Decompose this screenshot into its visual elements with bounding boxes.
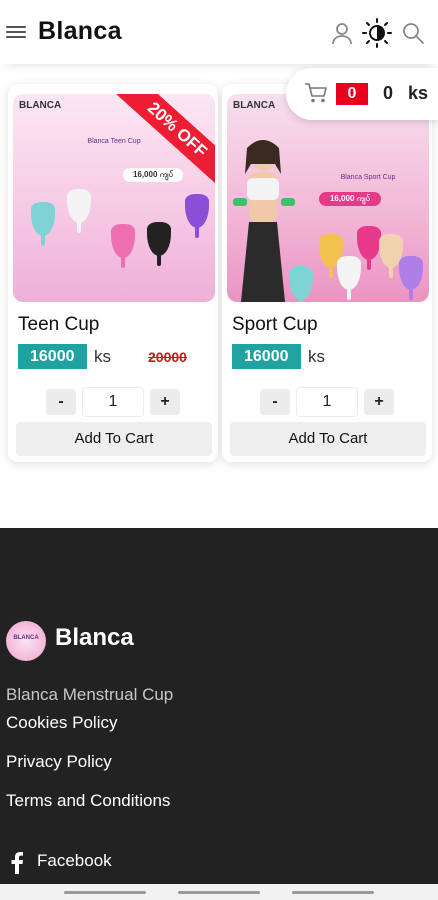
image-price-tag: 16,000 ကျပ် <box>123 168 183 182</box>
cup-black <box>147 222 171 266</box>
cart-count-badge: 0 <box>336 83 368 105</box>
quantity-decrease-button[interactable]: - <box>46 389 76 415</box>
old-price: 20000 <box>148 349 187 365</box>
cup-pink <box>111 224 135 268</box>
nav-home-handle[interactable] <box>178 891 260 894</box>
image-price-tag: 16,000 ကျပ် <box>319 192 381 206</box>
price-badge: 16000 <box>18 344 87 369</box>
brand-title[interactable]: Blanca <box>38 17 122 46</box>
product-title[interactable]: Teen Cup <box>18 314 99 336</box>
cart-summary[interactable]: 0 0 ks <box>286 68 438 120</box>
add-to-cart-button[interactable]: Add To Cart <box>230 422 426 456</box>
quantity-input[interactable] <box>82 387 144 417</box>
image-caption: Blanca Sport Cup <box>340 174 396 181</box>
image-logo: BLANCA <box>233 100 276 111</box>
footer-logo: BLANCA <box>6 621 46 661</box>
add-to-cart-button[interactable]: Add To Cart <box>16 422 212 456</box>
product-title[interactable]: Sport Cup <box>232 314 318 336</box>
cookies-policy-link[interactable]: Cookies Policy <box>6 713 118 733</box>
quantity-increase-button[interactable]: + <box>364 389 394 415</box>
price-unit: ks <box>94 347 111 366</box>
facebook-icon[interactable] <box>10 852 24 874</box>
price-badge: 16000 <box>232 344 301 369</box>
product-image-sport-cup[interactable]: BLANCA Blanca Sport Cup 16,000 ကျပ် <box>227 94 429 302</box>
cup-teal <box>31 202 55 246</box>
cart-icon[interactable] <box>304 82 328 104</box>
search-icon[interactable] <box>400 20 426 46</box>
user-icon[interactable] <box>329 20 355 46</box>
product-card-sport-cup[interactable]: BLANCA Blanca Sport Cup 16,000 ကျပ် Spor… <box>222 84 432 462</box>
cup-magenta <box>357 226 381 270</box>
quantity-input[interactable] <box>296 387 358 417</box>
site-footer: BLANCA Blanca Blanca Menstrual Cup Cooki… <box>0 528 438 900</box>
cup-purple <box>185 194 209 238</box>
quantity-increase-button[interactable]: + <box>150 389 180 415</box>
footer-brand: Blanca <box>55 624 134 651</box>
image-logo: BLANCA <box>19 100 62 111</box>
facebook-link[interactable]: Facebook <box>37 851 112 871</box>
product-card-teen-cup[interactable]: BLANCA Blanca Teen Cup 16,000 ကျပ် 20% O… <box>8 84 218 462</box>
cup-teal <box>289 266 313 302</box>
nav-recents-handle[interactable] <box>64 891 146 894</box>
cup-white <box>67 189 91 233</box>
cup-lilac <box>399 256 423 300</box>
system-navigation-bar <box>0 884 438 900</box>
privacy-policy-link[interactable]: Privacy Policy <box>6 752 112 772</box>
terms-conditions-link[interactable]: Terms and Conditions <box>6 791 170 811</box>
price-unit: ks <box>308 347 325 366</box>
top-app-bar: Blanca <box>0 0 438 64</box>
nav-back-handle[interactable] <box>292 891 374 894</box>
cart-total: 0 ks <box>383 83 429 103</box>
product-image-teen-cup[interactable]: BLANCA Blanca Teen Cup 16,000 ကျပ် 20% O… <box>13 94 215 302</box>
footer-subtitle: Blanca Menstrual Cup <box>6 685 174 704</box>
cup-white-small <box>337 256 361 300</box>
menu-icon[interactable] <box>6 23 26 41</box>
theme-toggle-icon[interactable] <box>362 18 392 48</box>
quantity-decrease-button[interactable]: - <box>260 389 290 415</box>
